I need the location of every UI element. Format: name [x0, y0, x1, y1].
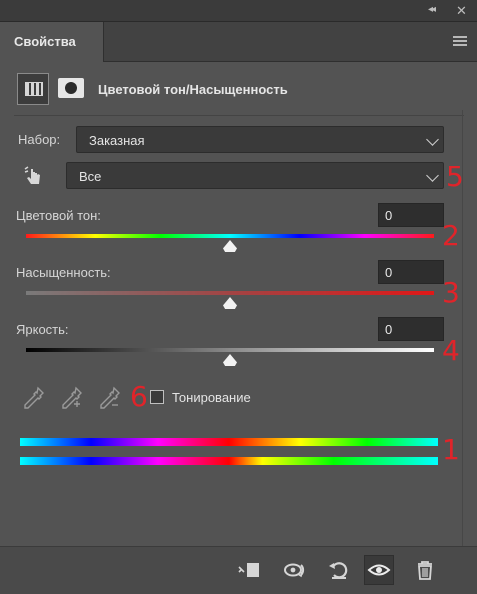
colorize-checkbox[interactable] — [150, 390, 164, 404]
eyedropper-add-icon[interactable] — [60, 385, 84, 411]
annotation-1: 1 — [442, 433, 460, 466]
targeted-adjustment-hand-icon[interactable] — [22, 164, 46, 188]
close-panel-button[interactable]: ✕ — [456, 3, 470, 18]
saturation-slider-track[interactable] — [26, 291, 434, 295]
tab-properties-label: Свойства — [14, 34, 76, 49]
reset-icon[interactable] — [324, 555, 354, 585]
hue-label: Цветовой тон: — [16, 208, 101, 223]
lightness-slider-track[interactable] — [26, 348, 434, 352]
hue-value-field[interactable]: 0 — [378, 203, 444, 227]
panel-menu-icon[interactable] — [453, 36, 467, 46]
color-range-dropdown[interactable]: Все — [66, 162, 444, 189]
saturation-value-field[interactable]: 0 — [378, 260, 444, 284]
adjustment-title: Цветовой тон/Насыщенность — [98, 82, 288, 97]
layer-mask-icon[interactable] — [58, 78, 84, 98]
hue-slider-track[interactable] — [26, 234, 434, 238]
bottom-toolbar — [0, 546, 477, 594]
preset-dropdown[interactable]: Заказная — [76, 126, 444, 153]
output-color-spectrum-bar — [20, 457, 438, 465]
color-range-value: Все — [79, 169, 102, 184]
panel-tabbar: Свойства — [0, 22, 477, 62]
input-color-spectrum-bar — [20, 438, 438, 446]
trash-icon[interactable] — [410, 555, 440, 585]
annotation-5: 5 — [446, 160, 464, 193]
hue-saturation-adjustment-icon[interactable] — [17, 73, 49, 105]
preset-label: Набор: — [18, 132, 61, 147]
annotation-3: 3 — [442, 276, 460, 309]
eyedropper-subtract-icon[interactable] — [98, 385, 122, 411]
header-divider — [14, 115, 464, 116]
panel-titlebar: ◂◂ ✕ — [0, 0, 477, 22]
chevron-down-icon — [426, 169, 439, 182]
tab-properties[interactable]: Свойства — [0, 22, 104, 62]
adjustment-header: Цветовой тон/Насыщенность — [14, 70, 464, 108]
visibility-eye-icon[interactable] — [364, 555, 394, 585]
annotation-4: 4 — [442, 334, 460, 367]
colorize-label: Тонирование — [172, 390, 251, 405]
lightness-value-field[interactable]: 0 — [378, 317, 444, 341]
lightness-label: Яркость: — [16, 322, 69, 337]
view-previous-state-icon[interactable] — [280, 555, 310, 585]
saturation-label: Насыщенность: — [16, 265, 111, 280]
preset-value: Заказная — [89, 133, 145, 148]
clip-to-layer-icon[interactable] — [234, 555, 264, 585]
collapse-panel-button[interactable]: ◂◂ — [428, 4, 444, 18]
annotation-6: 6 — [130, 380, 148, 413]
eyedropper-icon[interactable] — [22, 385, 46, 411]
annotation-2: 2 — [442, 219, 460, 252]
chevron-down-icon — [426, 133, 439, 146]
